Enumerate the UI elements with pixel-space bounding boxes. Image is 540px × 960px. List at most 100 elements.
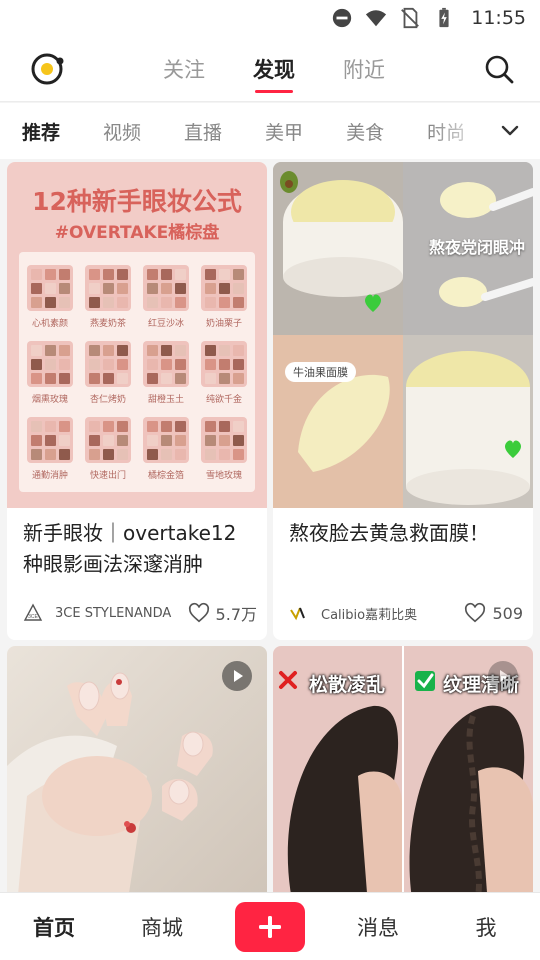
eyeshadow-palette [27, 265, 73, 311]
category-food[interactable]: 美食 [346, 118, 384, 145]
cover-left-label: 松散凌乱 [309, 674, 386, 696]
eyeshadow-swatch [147, 269, 158, 280]
eyeshadow-swatch [117, 449, 128, 460]
eyeshadow-swatch [117, 283, 128, 294]
palette-look-name: 奶油栗子 [205, 319, 242, 329]
eyeshadow-swatch [117, 435, 128, 446]
like-button[interactable]: 509 [464, 602, 523, 624]
eyeshadow-swatch [45, 359, 56, 370]
eyeshadow-swatch [59, 435, 70, 446]
feed-card-face-mask[interactable]: 熬夜党闭眼冲 牛油果面膜 熬夜脸去黄急救面膜！ Calibio嘉莉比奥 509 [273, 162, 533, 640]
eyeshadow-swatch [45, 269, 56, 280]
palette-look-name: 杏仁烤奶 [89, 395, 126, 405]
eyeshadow-swatch [161, 449, 172, 460]
tab-following[interactable]: 关注 [163, 54, 205, 84]
author-name[interactable]: 3CE STYLENANDA [55, 606, 182, 621]
eyeshadow-swatch [117, 421, 128, 432]
category-live[interactable]: 直播 [184, 118, 222, 145]
nav-home[interactable]: 首页 [0, 912, 108, 942]
eyeshadow-swatch [147, 373, 158, 384]
eyeshadow-swatch [219, 269, 230, 280]
eyeshadow-swatch [103, 297, 114, 308]
eyeshadow-swatch [219, 359, 230, 370]
eyeshadow-swatch [103, 359, 114, 370]
eyeshadow-swatch [45, 421, 56, 432]
eyeshadow-swatch [233, 373, 244, 384]
eyeshadow-swatch [219, 297, 230, 308]
eyeshadow-swatch [89, 345, 100, 356]
eyeshadow-swatch [45, 435, 56, 446]
eyeshadow-swatch [233, 449, 244, 460]
eyeshadow-swatch [205, 373, 216, 384]
eyeshadow-palette [85, 417, 131, 463]
palette-look-name: 橘棕金箔 [147, 471, 184, 481]
eyeshadow-swatch [219, 435, 230, 446]
eyeshadow-swatch [147, 435, 158, 446]
eyeshadow-swatch [103, 345, 114, 356]
svg-text:3CE: 3CE [28, 614, 38, 620]
eyeshadow-swatch [103, 435, 114, 446]
video-play-button[interactable] [488, 661, 518, 691]
category-fade [430, 103, 540, 159]
eyeshadow-swatch [175, 435, 186, 446]
author-avatar[interactable]: 3CE [21, 601, 45, 625]
card-title: 熬夜脸去黄急救面膜！ [289, 521, 489, 545]
palette-look-name: 快速出门 [89, 471, 126, 481]
eyeshadow-swatch [89, 297, 100, 308]
like-count: 509 [492, 603, 523, 623]
author-name[interactable]: Calibio嘉莉比奥 [321, 604, 458, 623]
bottom-nav: 首页 商城 消息 我 [0, 892, 540, 960]
eyeshadow-swatch [175, 449, 186, 460]
eyeshadow-swatch [175, 283, 186, 294]
nav-mall[interactable]: 商城 [108, 912, 216, 942]
eyeshadow-palette [143, 341, 189, 387]
eyeshadow-swatch [233, 269, 244, 280]
mask-collage-image [273, 162, 533, 508]
feed-card-hair[interactable]: 松散凌乱 纹理清晰 [273, 646, 533, 906]
eyeshadow-swatch [103, 449, 114, 460]
category-bar: 推荐 视频 直播 美甲 美食 时尚 [0, 103, 540, 159]
tab-nearby[interactable]: 附近 [343, 54, 385, 84]
eyeshadow-swatch [161, 435, 172, 446]
face-mask-cover: 熬夜党闭眼冲 牛油果面膜 [273, 162, 533, 508]
author-avatar[interactable] [287, 601, 311, 625]
eyeshadow-swatch [45, 283, 56, 294]
eyeshadow-swatch [59, 421, 70, 432]
palette-look-name: 雪地玫瑰 [205, 471, 242, 481]
app-screen: 11:55 关注 发现 附近 推荐 视频 直播 美甲 美食 时尚 [0, 0, 540, 960]
status-time: 11:55 [471, 7, 526, 29]
brand-logo-icon [290, 607, 305, 621]
cover-subtitle: #OVERTAKE橘棕盘 [54, 223, 220, 243]
eyeshadow-swatch [89, 359, 100, 370]
palette-look-name: 纯欲千金 [205, 395, 242, 405]
category-recommend[interactable]: 推荐 [22, 118, 60, 145]
eyeshadow-swatch [219, 449, 230, 460]
eyeshadow-swatch [31, 297, 42, 308]
eyeshadow-swatch [233, 283, 244, 294]
heart-icon [188, 602, 209, 623]
cover-overlay-text: 熬夜党闭眼冲 [428, 238, 525, 257]
eyeshadow-swatch [205, 297, 216, 308]
eyeshadow-swatch [219, 421, 230, 432]
nav-me[interactable]: 我 [432, 912, 540, 942]
eyeshadow-palette [85, 265, 131, 311]
feed-card-eye-makeup[interactable]: 12种新手眼妆公式 #OVERTAKE橘棕盘 心机素颜 燕麦奶茶 红豆沙冰 奶油栗子烟… [7, 162, 267, 640]
palette-look-name: 燕麦奶茶 [89, 319, 126, 329]
card-meta: Calibio嘉莉比奥 509 [287, 600, 523, 626]
eyeshadow-swatch [147, 449, 158, 460]
chevron-down-icon[interactable] [500, 121, 520, 141]
eyeshadow-swatch [89, 373, 100, 384]
video-play-button[interactable] [222, 661, 252, 691]
eyeshadow-swatch [103, 283, 114, 294]
eyeshadow-swatch [175, 373, 186, 384]
eyeshadow-swatch [45, 373, 56, 384]
feed-card-nails[interactable] [7, 646, 267, 906]
search-icon[interactable] [484, 54, 514, 84]
nav-messages[interactable]: 消息 [324, 912, 432, 942]
tab-discover[interactable]: 发现 [253, 54, 295, 84]
like-button[interactable]: 5.7万 [188, 601, 257, 625]
category-video[interactable]: 视频 [103, 118, 141, 145]
category-nails[interactable]: 美甲 [265, 118, 303, 145]
publish-button[interactable] [235, 901, 305, 952]
do-not-disturb-icon [333, 8, 352, 28]
